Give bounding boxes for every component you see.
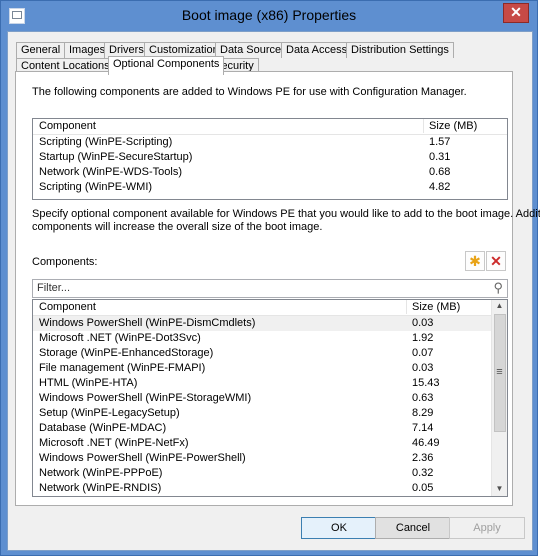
table-row[interactable]: Setup (WinPE-LegacySetup) 8.29	[33, 406, 491, 421]
list-item[interactable]: Network (WinPE-WDS-Tools) 0.68	[33, 165, 507, 180]
filter-placeholder: Filter...	[37, 282, 71, 294]
component-name: Microsoft .NET (WinPE-Dot3Svc)	[39, 332, 201, 344]
component-name: Storage (WinPE-EnhancedStorage)	[39, 347, 214, 359]
component-name: Windows PowerShell (WinPE-StorageWMI)	[39, 392, 252, 404]
remove-component-icon[interactable]: ✕	[486, 251, 506, 271]
component-name: Scripting (WinPE-Scripting)	[39, 136, 173, 148]
component-size: 1.92	[412, 332, 434, 344]
filter-input[interactable]: Filter... ⚲	[32, 279, 508, 298]
table-row[interactable]: Microsoft .NET (WinPE-NetFx) 46.49	[33, 436, 491, 451]
component-name: HTML (WinPE-HTA)	[39, 377, 138, 389]
column-size[interactable]: Size (MB)	[412, 300, 460, 315]
table-row[interactable]: Database (WinPE-MDAC) 7.14	[33, 421, 491, 436]
list-item[interactable]: Scripting (WinPE-WMI) 4.82	[33, 180, 507, 195]
table-row[interactable]: Windows PowerShell (WinPE-PowerShell) 2.…	[33, 451, 491, 466]
search-icon[interactable]: ⚲	[493, 280, 503, 296]
cancel-button[interactable]: Cancel	[375, 517, 451, 539]
column-separator	[423, 119, 424, 133]
component-size: 0.03	[412, 317, 434, 329]
available-components-list[interactable]: Component Size (MB) Windows PowerShell (…	[32, 299, 508, 497]
component-size: 0.32	[412, 467, 434, 479]
component-size: 15.43	[412, 377, 440, 389]
ok-button[interactable]: OK	[301, 517, 377, 539]
table-row[interactable]: Windows PowerShell (WinPE-DismCmdlets) 0…	[33, 316, 491, 331]
component-name: Microsoft .NET (WinPE-NetFx)	[39, 437, 189, 449]
component-name: Scripting (WinPE-WMI)	[39, 181, 153, 193]
component-size: 0.05	[412, 482, 434, 494]
optional-info-line-1: Specify optional component available for…	[32, 208, 540, 220]
title-bar[interactable]: Boot image (x86) Properties ✕	[1, 1, 537, 31]
window-frame: Boot image (x86) Properties ✕ General Im…	[0, 0, 540, 556]
window-title: Boot image (x86) Properties	[181, 7, 357, 23]
component-size: 0.07	[412, 347, 434, 359]
component-size: 0.68	[429, 166, 451, 178]
added-components-header: Component Size (MB)	[33, 119, 507, 135]
component-size: 8.29	[412, 407, 434, 419]
component-size: 2.36	[412, 452, 434, 464]
scroll-up-icon[interactable]: ▲	[492, 300, 507, 312]
tab-optional-components[interactable]: Optional Components	[108, 56, 225, 75]
component-name: Network (WinPE-RNDIS)	[39, 482, 162, 494]
table-row[interactable]: Network (WinPE-PPPoE) 0.32	[33, 466, 491, 481]
component-size: 0.63	[412, 392, 434, 404]
component-size: 7.14	[412, 422, 434, 434]
table-row[interactable]: Storage (WinPE-EnhancedStorage) 0.07	[33, 346, 491, 361]
table-row[interactable]: Microsoft .NET (WinPE-Dot3Svc) 1.92	[33, 331, 491, 346]
table-row[interactable]: Network (WinPE-RNDIS) 0.05	[33, 481, 491, 496]
tab-data-access[interactable]: Data Access	[281, 42, 353, 58]
available-components-header: Component Size (MB)	[33, 300, 491, 316]
component-name: Network (WinPE-WDS-Tools)	[39, 166, 183, 178]
component-size: 4.82	[429, 181, 451, 193]
component-name: Startup (WinPE-SecureStartup)	[39, 151, 193, 163]
list-item[interactable]: Scripting (WinPE-Scripting) 1.57	[33, 135, 507, 150]
optional-info-line-2: components will increase the overall siz…	[32, 221, 323, 233]
component-size: 0.31	[429, 151, 451, 163]
column-size[interactable]: Size (MB)	[429, 119, 477, 134]
scroll-down-icon[interactable]: ▼	[492, 483, 507, 495]
intro-text: The following components are added to Wi…	[32, 86, 467, 98]
component-size: 0.03	[412, 362, 434, 374]
components-label: Components:	[32, 256, 98, 268]
tab-data-source[interactable]: Data Source	[215, 42, 287, 58]
component-name: Setup (WinPE-LegacySetup)	[39, 407, 180, 419]
component-name: Windows PowerShell (WinPE-DismCmdlets)	[39, 317, 256, 329]
add-component-icon[interactable]: ✱	[465, 251, 485, 271]
column-separator	[406, 300, 407, 314]
component-name: Windows PowerShell (WinPE-PowerShell)	[39, 452, 246, 464]
close-button[interactable]: ✕	[503, 3, 529, 23]
tab-general[interactable]: General	[16, 42, 66, 58]
list-item[interactable]: Startup (WinPE-SecureStartup) 0.31	[33, 150, 507, 165]
table-row[interactable]: HTML (WinPE-HTA) 15.43	[33, 376, 491, 391]
component-size: 1.57	[429, 136, 451, 148]
column-component[interactable]: Component	[39, 300, 96, 315]
component-name: Database (WinPE-MDAC)	[39, 422, 167, 434]
vertical-scrollbar[interactable]: ▲ ≡ ▼	[491, 300, 507, 496]
component-size: 46.49	[412, 437, 440, 449]
table-row[interactable]: Windows PowerShell (WinPE-StorageWMI) 0.…	[33, 391, 491, 406]
column-component[interactable]: Component	[39, 119, 96, 134]
optional-components-panel: The following components are added to Wi…	[15, 71, 540, 506]
table-row[interactable]: File management (WinPE-FMAPI) 0.03	[33, 361, 491, 376]
apply-button[interactable]: Apply	[449, 517, 525, 539]
component-name: File management (WinPE-FMAPI)	[39, 362, 206, 374]
added-components-list[interactable]: Component Size (MB) Scripting (WinPE-Scr…	[32, 118, 508, 200]
component-name: Network (WinPE-PPPoE)	[39, 467, 163, 479]
scroll-grip-icon: ≡	[496, 366, 503, 378]
tab-distribution-settings[interactable]: Distribution Settings	[346, 42, 454, 58]
